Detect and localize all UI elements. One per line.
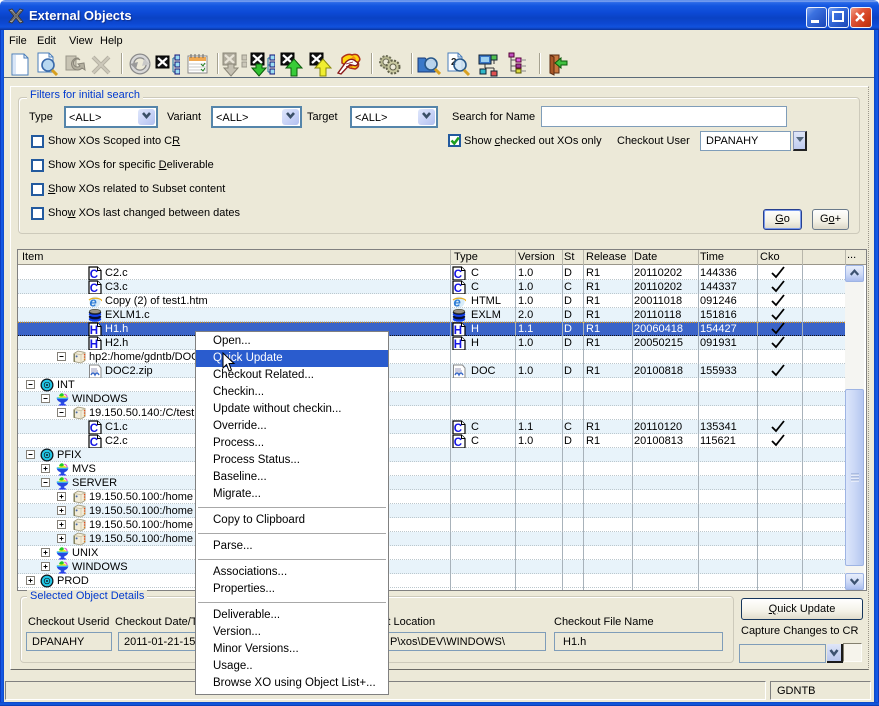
svg-text:e: e (454, 295, 461, 310)
svg-text:e: e (90, 295, 97, 310)
